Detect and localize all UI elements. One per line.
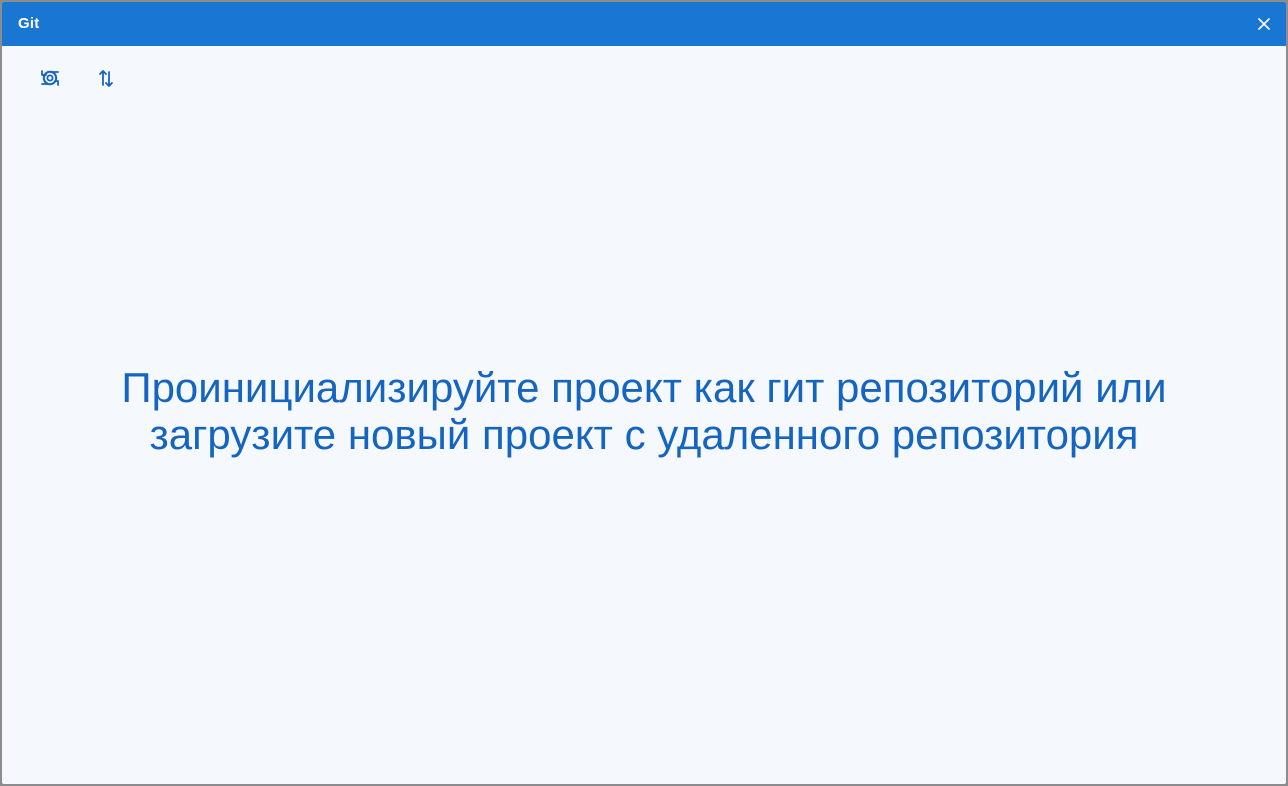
close-icon [1258,18,1270,30]
sync-button[interactable] [90,62,122,94]
sync-arrows-icon [99,70,113,87]
git-init-button[interactable] [34,62,66,94]
toolbar [2,46,1286,110]
git-init-icon [41,70,59,86]
git-window: Git Проинициализируйте проект как гит ре… [2,2,1286,784]
window-title: Git [18,15,40,32]
message-line-1: Проинициализируйте проект как гит репози… [121,364,1167,411]
empty-state-message: Проинициализируйте проект как гит репози… [2,364,1286,458]
message-line-2: загрузите новый проект с удаленного репо… [149,411,1139,458]
title-bar: Git [2,2,1286,46]
close-button[interactable] [1250,10,1278,38]
